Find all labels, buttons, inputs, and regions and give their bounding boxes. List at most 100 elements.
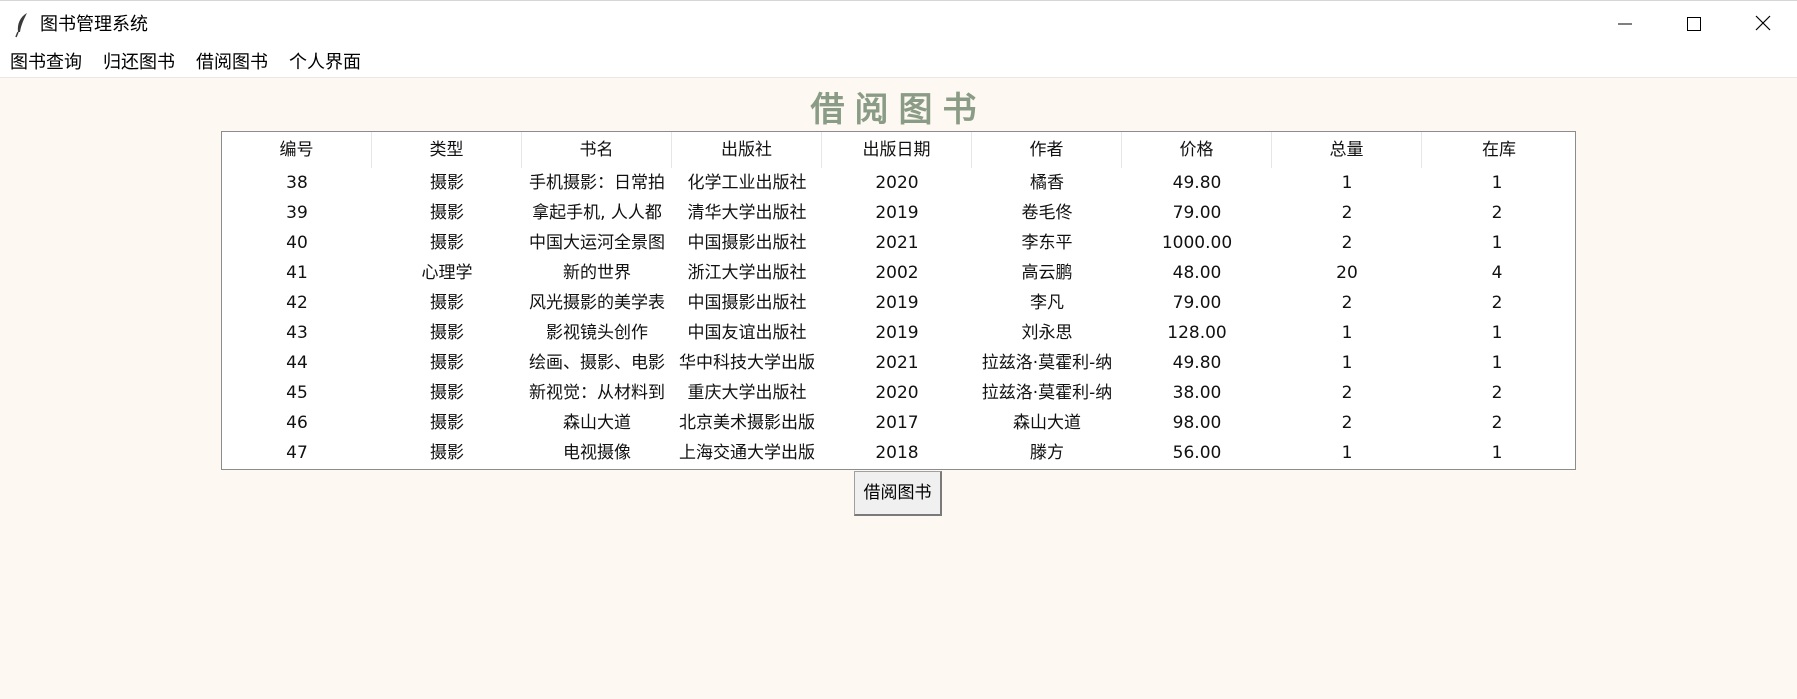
table-cell: 上海交通大学出版 <box>679 443 815 463</box>
table-cell: 摄影 <box>430 293 464 313</box>
table-cell: 滕方 <box>1030 443 1064 463</box>
table-cell: 2020 <box>875 383 919 403</box>
column-header[interactable]: 出版日期 <box>822 132 972 168</box>
table-cell: 摄影 <box>430 353 464 373</box>
table-cell: 39 <box>286 203 308 223</box>
minimize-button[interactable] <box>1590 1 1660 50</box>
table-row[interactable]: 39 摄影 拿起手机, 人人都 清华大学出版社 2019 卷毛佟 79.00 2 2 <box>222 198 1575 228</box>
table-cell: 浙江大学出版社 <box>687 263 807 283</box>
table-cell: 拿起手机, 人人都 <box>532 203 662 223</box>
table-cell: 47 <box>286 443 308 463</box>
window-title: 图书管理系统 <box>40 14 148 35</box>
table-row[interactable]: 41 心理学 新的世界 浙江大学出版社 2002 高云鹏 48.00 20 4 <box>222 258 1575 288</box>
table-cell: 橘香 <box>1030 173 1064 193</box>
table-cell: 摄影 <box>430 413 464 433</box>
table-cell: 高云鹏 <box>1021 263 1073 283</box>
table-cell: 1 <box>1341 173 1353 193</box>
menu-item-borrow-book[interactable]: 借阅图书 <box>194 51 270 75</box>
table-cell: 49.80 <box>1172 353 1222 373</box>
table-cell: 79.00 <box>1172 293 1222 313</box>
table-cell: 2 <box>1341 413 1353 433</box>
table-cell: 42 <box>286 293 308 313</box>
table-cell: 化学工业出版社 <box>687 173 807 193</box>
table-cell: 128.00 <box>1167 323 1227 343</box>
column-header[interactable]: 出版社 <box>672 132 822 168</box>
column-header[interactable]: 作者 <box>972 132 1122 168</box>
table-cell: 38 <box>286 173 308 193</box>
table-cell: 38.00 <box>1172 383 1222 403</box>
table-cell: 摄影 <box>430 233 464 253</box>
table-cell: 98.00 <box>1172 413 1222 433</box>
table-cell: 1 <box>1491 323 1503 343</box>
table-cell: 2019 <box>875 203 919 223</box>
table-cell: 2 <box>1341 233 1353 253</box>
maximize-button[interactable] <box>1659 1 1729 50</box>
table-cell: 40 <box>286 233 308 253</box>
table-cell: 2018 <box>875 443 919 463</box>
table-cell: 北京美术摄影出版 <box>679 413 815 433</box>
table-row[interactable]: 44 摄影 绘画、摄影、电影 华中科技大学出版 2021 拉兹洛·莫霍利-纳 49.80 1 1 <box>222 348 1575 378</box>
table-cell: 清华大学出版社 <box>687 203 807 223</box>
table-cell: 华中科技大学出版 <box>679 353 815 373</box>
column-header[interactable]: 书名 <box>522 132 672 168</box>
table-cell: 2 <box>1491 383 1503 403</box>
table-row[interactable]: 42 摄影 风光摄影的美学表 中国摄影出版社 2019 李凡 79.00 2 2 <box>222 288 1575 318</box>
table-cell: 摄影 <box>430 323 464 343</box>
table-cell: 2 <box>1491 203 1503 223</box>
table-row[interactable]: 38 摄影 手机摄影：日常拍 化学工业出版社 2020 橘香 49.80 1 1 <box>222 168 1575 198</box>
table-row[interactable]: 46 摄影 森山大道 北京美术摄影出版 2017 森山大道 98.00 2 2 <box>222 408 1575 438</box>
column-header[interactable]: 在库 <box>1422 132 1575 168</box>
table-cell: 2 <box>1341 203 1353 223</box>
table-cell: 中国大运河全景图 <box>529 233 665 253</box>
table-cell: 卷毛佟 <box>1021 203 1073 223</box>
borrow-button[interactable]: 借阅图书 <box>854 471 942 516</box>
table-cell: 刘永思 <box>1021 323 1073 343</box>
table-cell: 2019 <box>875 323 919 343</box>
table-cell: 43 <box>286 323 308 343</box>
table-cell: 中国摄影出版社 <box>687 233 807 253</box>
table-cell: 心理学 <box>421 263 473 283</box>
table-row[interactable]: 47 摄影 电视摄像 上海交通大学出版 2018 滕方 56.00 1 1 <box>222 438 1575 468</box>
table-cell: 49.80 <box>1172 173 1222 193</box>
feather-icon <box>12 12 32 38</box>
menu-item-personal[interactable]: 个人界面 <box>287 51 363 75</box>
menu-item-return-book[interactable]: 归还图书 <box>101 51 177 75</box>
table-cell: 4 <box>1491 263 1503 283</box>
table-cell: 1 <box>1341 353 1353 373</box>
table-cell: 中国摄影出版社 <box>687 293 807 313</box>
column-header[interactable]: 编号 <box>222 132 372 168</box>
table-cell: 1 <box>1491 353 1503 373</box>
maximize-icon <box>1687 16 1701 36</box>
table-row[interactable]: 40 摄影 中国大运河全景图 中国摄影出版社 2021 李东平 1000.00 2 1 <box>222 228 1575 258</box>
table-cell: 风光摄影的美学表 <box>529 293 665 313</box>
table-cell: 45 <box>286 383 308 403</box>
table-row[interactable]: 43 摄影 影视镜头创作 中国友谊出版社 2019 刘永思 128.00 1 1 <box>222 318 1575 348</box>
table-cell: 2002 <box>875 263 919 283</box>
menu-bar: 图书查询 归还图书 借阅图书 个人界面 <box>0 49 1797 78</box>
table-cell: 手机摄影：日常拍 <box>529 173 665 193</box>
book-table[interactable]: 编号 类型 书名 出版社 出版日期 作者 价格 总量 在库 38 摄影 手机摄影：日常拍 化学工业出版… <box>221 131 1576 470</box>
table-cell: 44 <box>286 353 308 373</box>
table-cell: 2021 <box>875 353 919 373</box>
table-cell: 拉兹洛·莫霍利-纳 <box>981 353 1113 373</box>
table-cell: 1000.00 <box>1161 233 1233 253</box>
table-cell: 中国友谊出版社 <box>687 323 807 343</box>
close-button[interactable] <box>1728 1 1797 50</box>
column-header[interactable]: 类型 <box>372 132 522 168</box>
title-bar: 图书管理系统 <box>0 0 1797 49</box>
table-cell: 摄影 <box>430 203 464 223</box>
table-cell: 李东平 <box>1021 233 1073 253</box>
table-cell: 2017 <box>875 413 919 433</box>
column-header[interactable]: 价格 <box>1122 132 1272 168</box>
table-cell: 森山大道 <box>563 413 631 433</box>
table-cell: 2020 <box>875 173 919 193</box>
column-header[interactable]: 总量 <box>1272 132 1422 168</box>
table-cell: 56.00 <box>1172 443 1222 463</box>
table-cell: 摄影 <box>430 173 464 193</box>
page-title: 借阅图书 <box>810 90 987 130</box>
table-row[interactable]: 45 摄影 新视觉：从材料到 重庆大学出版社 2020 拉兹洛·莫霍利-纳 38.00 2 2 <box>222 378 1575 408</box>
table-cell: 摄影 <box>430 383 464 403</box>
menu-item-book-search[interactable]: 图书查询 <box>8 51 84 75</box>
table-cell: 2019 <box>875 293 919 313</box>
table-cell: 1 <box>1491 173 1503 193</box>
